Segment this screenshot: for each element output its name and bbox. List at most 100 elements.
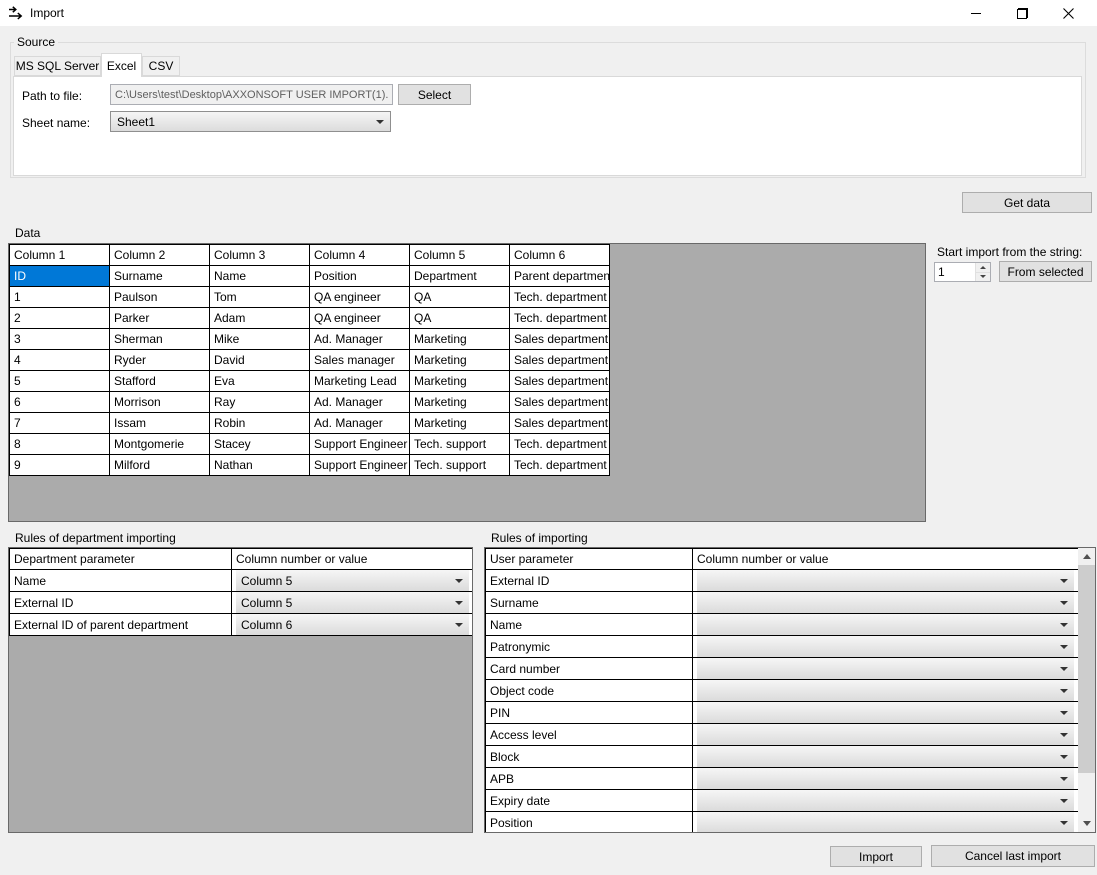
data-cell[interactable]: 1	[10, 287, 110, 308]
department-rule-combobox[interactable]: Column 6	[236, 614, 469, 635]
rule-parameter-cell[interactable]: Object code	[486, 680, 693, 702]
rule-parameter-cell[interactable]: External ID	[10, 592, 232, 614]
data-cell[interactable]: Adam	[210, 308, 310, 329]
data-cell[interactable]: Eva	[210, 371, 310, 392]
data-cell[interactable]: QA engineer	[310, 287, 410, 308]
data-cell[interactable]: Mike	[210, 329, 310, 350]
data-cell[interactable]: Support Engineer	[310, 434, 410, 455]
rule-parameter-cell[interactable]: Name	[10, 570, 232, 592]
data-cell[interactable]: QA	[410, 287, 510, 308]
data-cell[interactable]: Tech. department	[510, 287, 610, 308]
select-file-button[interactable]: Select	[398, 84, 471, 105]
user-rule-combobox[interactable]	[697, 570, 1074, 591]
data-cell[interactable]: Parent department	[510, 266, 610, 287]
tab-csv[interactable]: CSV	[142, 56, 180, 76]
data-cell[interactable]: 2	[10, 308, 110, 329]
tab-excel[interactable]: Excel	[101, 53, 142, 77]
data-cell[interactable]: Sales department	[510, 350, 610, 371]
rule-parameter-cell[interactable]: Expiry date	[486, 790, 693, 812]
data-cell[interactable]: Sherman	[110, 329, 210, 350]
department-rule-combobox[interactable]: Column 5	[236, 570, 469, 591]
data-cell[interactable]: Milford	[110, 455, 210, 476]
minimize-button[interactable]	[953, 0, 999, 26]
data-cell[interactable]: 7	[10, 413, 110, 434]
data-cell[interactable]: Parker	[110, 308, 210, 329]
user-rule-combobox[interactable]	[697, 680, 1074, 701]
rule-parameter-cell[interactable]: Access level	[486, 724, 693, 746]
data-cell[interactable]: Nathan	[210, 455, 310, 476]
data-cell[interactable]: Marketing	[410, 329, 510, 350]
data-cell[interactable]: Tech. department	[510, 434, 610, 455]
data-column-header[interactable]: Column 3	[210, 245, 310, 266]
rule-parameter-cell[interactable]: APB	[486, 768, 693, 790]
data-cell[interactable]: 6	[10, 392, 110, 413]
data-cell[interactable]: ID	[10, 266, 110, 287]
data-cell[interactable]: Sales department	[510, 371, 610, 392]
user-rule-combobox[interactable]	[697, 592, 1074, 613]
data-cell[interactable]: 9	[10, 455, 110, 476]
user-rule-combobox[interactable]	[697, 658, 1074, 679]
user-rule-combobox[interactable]	[697, 702, 1074, 723]
user-rule-combobox[interactable]	[697, 746, 1074, 767]
data-cell[interactable]: Ad. Manager	[310, 413, 410, 434]
scrollbar-thumb[interactable]	[1078, 565, 1095, 773]
data-cell[interactable]: Sales department	[510, 413, 610, 434]
data-cell[interactable]: Ad. Manager	[310, 329, 410, 350]
data-cell[interactable]: 5	[10, 371, 110, 392]
cancel-last-import-button[interactable]: Cancel last import	[931, 845, 1095, 867]
data-cell[interactable]: QA	[410, 308, 510, 329]
data-cell[interactable]: Sales manager	[310, 350, 410, 371]
tab-ms-sql-server[interactable]: MS SQL Server	[14, 56, 101, 76]
data-cell[interactable]: Tech. support	[410, 434, 510, 455]
data-cell[interactable]: Montgomerie	[110, 434, 210, 455]
data-cell[interactable]: Stafford	[110, 371, 210, 392]
spinner-down-button[interactable]	[975, 272, 990, 282]
data-cell[interactable]: Marketing Lead	[310, 371, 410, 392]
data-cell[interactable]: Position	[310, 266, 410, 287]
data-cell[interactable]: Tech. support	[410, 455, 510, 476]
user-rule-combobox[interactable]	[697, 614, 1074, 635]
rule-parameter-cell[interactable]: External ID of parent department	[10, 614, 232, 636]
data-cell[interactable]: 8	[10, 434, 110, 455]
from-selected-button[interactable]: From selected	[999, 261, 1092, 282]
user-rule-combobox[interactable]	[697, 768, 1074, 789]
data-cell[interactable]: Ray	[210, 392, 310, 413]
rule-parameter-cell[interactable]: Patronymic	[486, 636, 693, 658]
data-cell[interactable]: David	[210, 350, 310, 371]
data-cell[interactable]: Morrison	[110, 392, 210, 413]
start-row-input[interactable]	[935, 263, 975, 281]
data-cell[interactable]: Ryder	[110, 350, 210, 371]
user-rule-combobox[interactable]	[697, 790, 1074, 811]
data-cell[interactable]: Name	[210, 266, 310, 287]
import-button[interactable]: Import	[830, 846, 922, 867]
department-rule-combobox[interactable]: Column 5	[236, 592, 469, 613]
rule-parameter-cell[interactable]: Position	[486, 812, 693, 834]
rule-parameter-cell[interactable]: Block	[486, 746, 693, 768]
data-cell[interactable]: Paulson	[110, 287, 210, 308]
data-cell[interactable]: Tom	[210, 287, 310, 308]
data-cell[interactable]: Tech. department	[510, 308, 610, 329]
restore-button[interactable]	[999, 0, 1045, 26]
data-column-header[interactable]: Column 2	[110, 245, 210, 266]
data-cell[interactable]: Department	[410, 266, 510, 287]
data-cell[interactable]: Tech. department	[510, 455, 610, 476]
spinner-up-button[interactable]	[975, 263, 990, 272]
data-cell[interactable]: Marketing	[410, 392, 510, 413]
get-data-button[interactable]: Get data	[962, 192, 1092, 213]
data-cell[interactable]: Ad. Manager	[310, 392, 410, 413]
data-column-header[interactable]: Column 1	[10, 245, 110, 266]
data-cell[interactable]: Sales department	[510, 392, 610, 413]
data-cell[interactable]: Support Engineer	[310, 455, 410, 476]
scrollbar-down-button[interactable]	[1078, 815, 1095, 832]
data-cell[interactable]: Stacey	[210, 434, 310, 455]
data-cell[interactable]: Surname	[110, 266, 210, 287]
rule-parameter-cell[interactable]: Card number	[486, 658, 693, 680]
data-cell[interactable]: Robin	[210, 413, 310, 434]
data-cell[interactable]: QA engineer	[310, 308, 410, 329]
rule-parameter-cell[interactable]: Name	[486, 614, 693, 636]
data-column-header[interactable]: Column 6	[510, 245, 610, 266]
rule-parameter-cell[interactable]: PIN	[486, 702, 693, 724]
sheet-name-combobox[interactable]: Sheet1	[110, 111, 391, 132]
start-row-spinner[interactable]	[934, 262, 991, 282]
data-cell[interactable]: Marketing	[410, 350, 510, 371]
